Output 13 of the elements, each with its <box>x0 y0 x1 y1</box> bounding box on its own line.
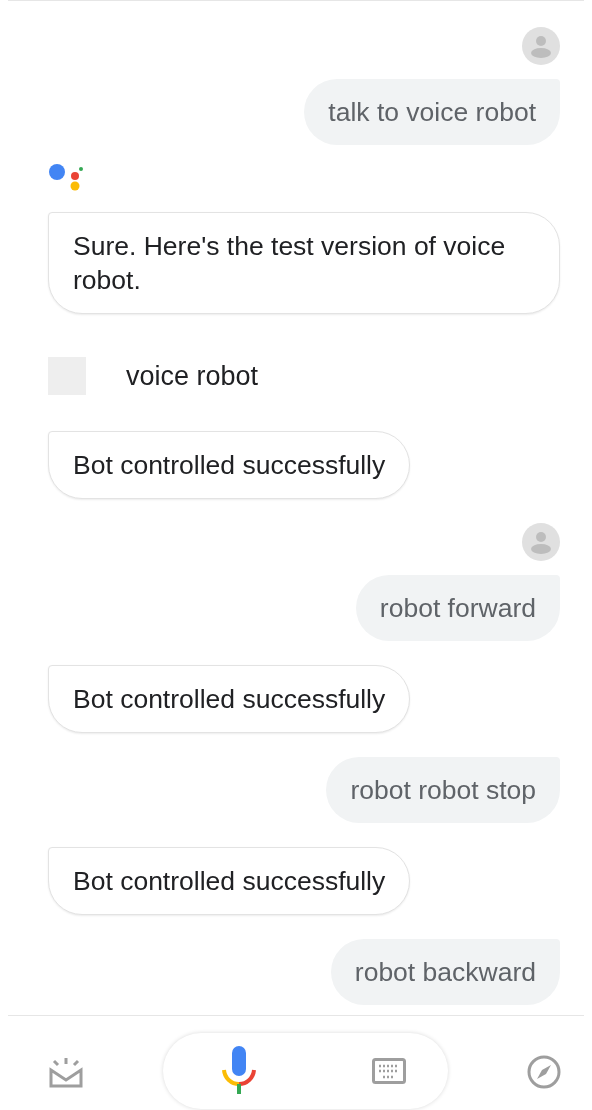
user-message: talk to voice robot <box>304 79 560 145</box>
assistant-message: Sure. Here's the test version of voice robot. <box>48 212 560 314</box>
microphone-icon[interactable] <box>220 1046 257 1096</box>
assistant-message: Bot controlled successfully <box>48 665 411 733</box>
compass-icon[interactable] <box>526 1054 562 1090</box>
keyboard-icon[interactable] <box>371 1058 406 1084</box>
app-name: voice robot <box>126 360 259 392</box>
assistant-message: Bot controlled successfully <box>48 847 411 915</box>
user-message: robot backward <box>330 939 560 1005</box>
assistant-message: Bot controlled successfully <box>48 431 411 499</box>
user-message: robot robot stop <box>326 757 560 823</box>
user-message: robot forward <box>355 575 560 641</box>
inbox-icon[interactable] <box>48 1056 84 1090</box>
